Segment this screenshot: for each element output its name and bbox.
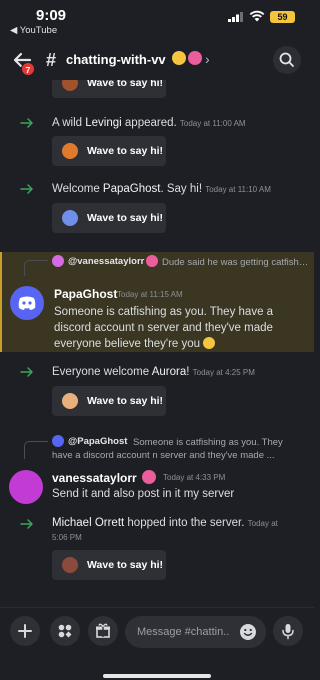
wave-button-label: Wave to say hi! bbox=[87, 212, 164, 224]
cat-emoji-icon bbox=[172, 51, 186, 65]
wave-button-label: Wave to say hi! bbox=[87, 80, 164, 89]
avatar[interactable] bbox=[10, 286, 44, 320]
emoji-picker-icon[interactable] bbox=[239, 623, 257, 641]
avatar bbox=[52, 435, 64, 447]
channel-header: 7 # chatting-with-vv › bbox=[0, 42, 314, 80]
member-name[interactable]: PapaGhost bbox=[103, 183, 161, 195]
highlighted-message[interactable]: @vanessataylorr Dude said he was getting… bbox=[0, 252, 314, 352]
robot-sticker-icon bbox=[62, 143, 78, 159]
plus-icon bbox=[18, 624, 32, 638]
wifi-icon bbox=[249, 10, 265, 22]
chevron-right-icon[interactable]: › bbox=[205, 51, 210, 67]
join-arrow-icon bbox=[20, 184, 33, 194]
message-author[interactable]: vanessataylorr bbox=[52, 471, 137, 485]
timestamp: Today at 11:00 AM bbox=[179, 119, 246, 128]
reply-author[interactable]: @vanessataylorr bbox=[68, 256, 144, 267]
avatar[interactable] bbox=[9, 470, 43, 504]
avatar bbox=[52, 255, 64, 267]
microphone-icon bbox=[282, 624, 294, 640]
member-name[interactable]: Michael Orrett bbox=[52, 517, 124, 529]
wave-button-label: Wave to say hi! bbox=[87, 559, 164, 571]
status-time: 9:09 bbox=[36, 7, 67, 24]
apps-button[interactable] bbox=[50, 616, 80, 646]
unread-badge: 7 bbox=[21, 62, 35, 76]
sticker-icon bbox=[62, 557, 78, 573]
gift-icon bbox=[96, 623, 110, 638]
message-author[interactable]: PapaGhost bbox=[54, 287, 117, 301]
heart-emoji-icon bbox=[142, 470, 156, 484]
home-indicator[interactable] bbox=[103, 674, 211, 678]
wave-button[interactable]: Wave to say hi! bbox=[52, 386, 166, 416]
status-bar: 9:09 ◀ YouTube 59 bbox=[0, 0, 314, 40]
voice-message-button[interactable] bbox=[273, 616, 303, 646]
message-composer bbox=[0, 607, 314, 680]
member-name[interactable]: Aurora bbox=[152, 366, 187, 378]
timestamp: 5:06 PM bbox=[52, 533, 82, 542]
back-to-youtube-link[interactable]: ◀ YouTube bbox=[10, 25, 57, 36]
wave-button-label: Wave to say hi! bbox=[87, 145, 164, 157]
channel-name[interactable]: chatting-with-vv bbox=[66, 52, 166, 67]
reply-author[interactable]: @PapaGhost bbox=[68, 436, 127, 447]
reply-preview[interactable]: Someone is catfishing as you. They bbox=[133, 436, 308, 449]
grin-sweat-emoji-icon bbox=[203, 337, 216, 349]
sticker-icon bbox=[62, 80, 78, 91]
timestamp: Today at bbox=[247, 519, 278, 528]
member-name[interactable]: Levingi bbox=[85, 117, 121, 129]
heart-emoji-icon bbox=[188, 51, 202, 65]
add-attachment-button[interactable] bbox=[10, 616, 40, 646]
system-message: Everyone welcome Aurora! Today at 4:25 P… bbox=[52, 366, 255, 378]
wave-button[interactable]: Wave to say hi! bbox=[52, 550, 166, 580]
gift-button[interactable] bbox=[88, 616, 118, 646]
sticker-icon bbox=[62, 393, 78, 409]
join-arrow-icon bbox=[20, 519, 33, 529]
heart-emoji-icon bbox=[146, 255, 158, 267]
reply-connector bbox=[24, 260, 48, 276]
system-message: Michael Orrett hopped into the server. T… bbox=[52, 517, 278, 529]
reply-preview[interactable]: Dude said he was getting catfished by so… bbox=[162, 256, 310, 269]
apps-icon bbox=[58, 624, 72, 638]
message-body: Send it and also post in it my server bbox=[52, 488, 235, 500]
wave-button[interactable]: Wave to say hi! bbox=[52, 136, 166, 166]
system-message: A wild Levingi appeared. Today at 11:00 … bbox=[52, 117, 246, 129]
search-button[interactable] bbox=[273, 46, 301, 74]
message-body: Someone is catfishing as you. They have … bbox=[54, 306, 274, 350]
wave-button[interactable]: Wave to say hi! bbox=[52, 80, 166, 98]
timestamp: Today at 4:25 PM bbox=[192, 368, 255, 377]
discord-logo-icon bbox=[18, 296, 36, 310]
wave-button[interactable]: Wave to say hi! bbox=[52, 203, 166, 233]
battery-indicator: 59 bbox=[270, 11, 295, 23]
timestamp: Today at 4:33 PM bbox=[163, 473, 226, 482]
channel-hash-icon: # bbox=[46, 50, 57, 70]
reply-preview[interactable]: have a discord account n server and they… bbox=[52, 449, 306, 462]
robot-sticker-icon bbox=[62, 210, 78, 226]
search-icon bbox=[279, 52, 294, 67]
wave-button-label: Wave to say hi! bbox=[87, 395, 164, 407]
join-arrow-icon bbox=[20, 367, 33, 377]
reply-connector bbox=[24, 441, 48, 459]
join-arrow-icon bbox=[20, 118, 33, 128]
system-message: Welcome PapaGhost. Say hi! Today at 11:1… bbox=[52, 183, 271, 195]
timestamp: Today at 11:15 AM bbox=[117, 290, 183, 299]
timestamp: Today at 11:10 AM bbox=[205, 185, 271, 194]
message-list[interactable]: Wave to say hi! A wild Levingi appeared.… bbox=[0, 80, 314, 607]
cellular-signal-icon bbox=[228, 12, 243, 22]
